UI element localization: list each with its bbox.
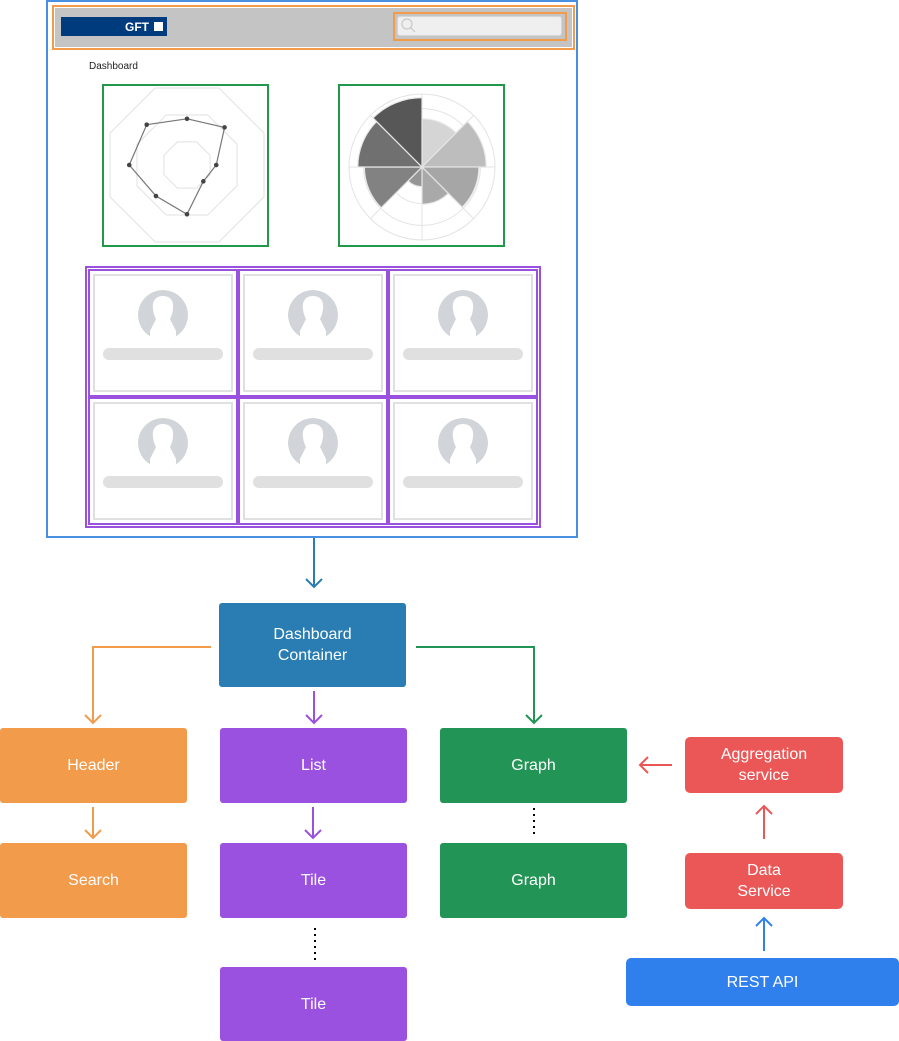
logo-square-icon bbox=[154, 22, 163, 31]
tile-card bbox=[93, 274, 233, 392]
node-label: Search bbox=[68, 872, 119, 889]
arrowhead-icon bbox=[638, 756, 649, 774]
tile-node[interactable]: Tile bbox=[220, 967, 407, 1041]
search-icon bbox=[401, 18, 416, 33]
search-input[interactable] bbox=[397, 16, 562, 36]
arrowhead-icon bbox=[84, 829, 102, 840]
data-service-node[interactable]: Data Service bbox=[685, 853, 843, 909]
radar-data-point bbox=[126, 162, 132, 168]
aggregation-service-node[interactable]: Aggregation service bbox=[685, 737, 843, 793]
arrowhead-icon bbox=[84, 714, 102, 725]
tile-name-placeholder bbox=[253, 348, 373, 360]
radar-data-point bbox=[184, 211, 190, 217]
tile-name-placeholder bbox=[253, 476, 373, 488]
radar-data-point bbox=[222, 125, 227, 130]
node-label: Header bbox=[67, 757, 120, 774]
node-label: Dashboard Container bbox=[273, 626, 352, 664]
arrowhead-icon bbox=[755, 916, 773, 927]
user-tile[interactable] bbox=[238, 269, 388, 397]
arrowhead-icon bbox=[304, 829, 322, 840]
tile-name-placeholder bbox=[103, 348, 223, 360]
search-node[interactable]: Search bbox=[0, 843, 187, 918]
tile-card bbox=[393, 274, 533, 392]
radar-data-point bbox=[184, 116, 190, 122]
node-label: Aggregation service bbox=[720, 746, 808, 784]
tile-name-placeholder bbox=[403, 348, 523, 360]
node-label: Tile bbox=[300, 995, 327, 1013]
user-avatar-icon bbox=[438, 290, 488, 340]
radar-data-point bbox=[153, 193, 159, 199]
radar-data-point bbox=[201, 179, 206, 184]
radar-chart-panel bbox=[102, 84, 269, 247]
tile-card bbox=[393, 402, 533, 520]
user-avatar-icon bbox=[288, 418, 338, 468]
dashboard-container-node[interactable]: Dashboard Container bbox=[219, 603, 406, 687]
arrowhead-icon bbox=[755, 804, 773, 815]
arrowhead-icon bbox=[305, 578, 323, 589]
arrow-container-to-header bbox=[92, 646, 211, 723]
graph-node[interactable]: Graph bbox=[440, 728, 627, 803]
node-label: List bbox=[301, 757, 326, 774]
user-tile[interactable] bbox=[388, 397, 538, 525]
user-avatar-icon bbox=[288, 290, 338, 340]
polar-area-chart-panel bbox=[338, 84, 505, 247]
arrowhead-icon bbox=[305, 714, 323, 725]
user-avatar-icon bbox=[138, 290, 188, 340]
page-title: Dashboard bbox=[89, 61, 138, 72]
user-tile[interactable] bbox=[388, 269, 538, 397]
node-label: REST API bbox=[726, 973, 799, 991]
radar-grid-ring bbox=[136, 114, 238, 216]
rose-sector bbox=[363, 166, 424, 209]
node-label: Data Service bbox=[737, 862, 791, 900]
user-tile[interactable] bbox=[238, 397, 388, 525]
arrowhead-icon bbox=[525, 714, 543, 725]
node-label: Graph bbox=[511, 757, 556, 774]
user-avatar-icon bbox=[438, 418, 488, 468]
radar-chart bbox=[109, 87, 265, 243]
header-node[interactable]: Header bbox=[0, 728, 187, 803]
rest-api-node[interactable]: REST API bbox=[626, 958, 899, 1006]
polar-area-chart bbox=[348, 93, 496, 241]
radar-grid-ring bbox=[109, 87, 265, 243]
logo-text: GFT bbox=[125, 19, 149, 34]
node-label: Tile bbox=[300, 872, 327, 889]
tile-name-placeholder bbox=[403, 476, 523, 488]
arrow-container-to-graph bbox=[416, 646, 535, 723]
tile-card bbox=[243, 274, 383, 392]
tile-node[interactable]: Tile bbox=[220, 843, 407, 918]
node-label: Graph bbox=[511, 872, 556, 889]
user-avatar-icon bbox=[138, 418, 188, 468]
tile-name-placeholder bbox=[103, 476, 223, 488]
user-tile[interactable] bbox=[88, 269, 238, 397]
user-tile[interactable] bbox=[88, 397, 238, 525]
tile-card bbox=[93, 402, 233, 520]
radar-data-point bbox=[213, 162, 219, 168]
list-node[interactable]: List bbox=[220, 728, 407, 803]
tile-card bbox=[243, 402, 383, 520]
gft-logo[interactable]: GFT bbox=[61, 17, 167, 36]
radar-data-point bbox=[144, 122, 150, 128]
graph-node[interactable]: Graph bbox=[440, 843, 627, 918]
